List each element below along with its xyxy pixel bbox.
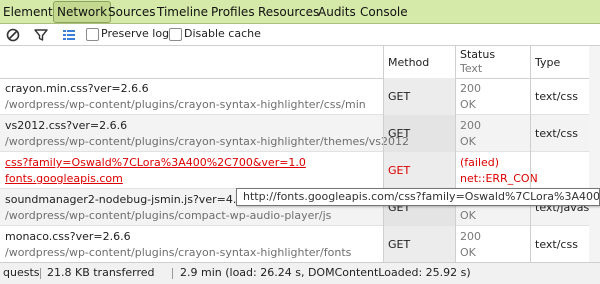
request-method: GET (388, 164, 411, 177)
request-name[interactable]: vs2012.css?ver=2.6.6 (5, 119, 127, 132)
tab-console[interactable]: Console (360, 2, 408, 22)
record-stop-icon[interactable] (5, 27, 21, 43)
status-text: OK (460, 135, 476, 148)
request-name[interactable]: css?family=Oswald%7CLora%3A400%2C700&ver… (5, 156, 306, 169)
request-path: /wordpress/wp-content/plugins/crayon-syn… (5, 98, 366, 111)
request-method: GET (388, 238, 411, 251)
tab-network[interactable]: Network (53, 1, 112, 23)
table-row[interactable]: monaco.css?ver=2.6.6 /wordpress/wp-conte… (0, 226, 600, 262)
separator (172, 268, 173, 279)
tab-elements[interactable]: Elements (3, 2, 59, 22)
separator (40, 268, 41, 279)
column-divider[interactable] (455, 46, 456, 262)
request-type: text/css (535, 127, 578, 140)
status-code: 200 (460, 82, 481, 95)
status-code: 200 (460, 230, 481, 243)
preserve-log-checkbox[interactable] (86, 28, 99, 41)
tab-resources[interactable]: Resources (258, 2, 319, 22)
network-summary-bar: quests 21.8 KB transferred 2.9 min (load… (0, 262, 600, 284)
table-row[interactable]: crayon.min.css?ver=2.6.6 /wordpress/wp-c… (0, 78, 600, 115)
request-path: /wordpress/wp-content/plugins/crayon-syn… (5, 135, 409, 148)
preserve-log-label: Preserve log (101, 27, 170, 40)
request-path: /wordpress/wp-content/plugins/crayon-syn… (5, 246, 352, 259)
tab-audits[interactable]: Audits (318, 2, 356, 22)
request-name[interactable]: monaco.css?ver=2.6.6 (5, 230, 131, 243)
transferred-size: 21.8 KB transferred (47, 266, 155, 279)
filter-icon[interactable] (33, 27, 49, 43)
status-text: net::ERR_CON (460, 172, 538, 185)
disable-cache-checkbox[interactable] (169, 28, 182, 41)
status-text: OK (460, 98, 476, 111)
status-text: OK (460, 209, 476, 222)
status-code: 200 (460, 119, 481, 132)
network-request-table: Method Status Text Type crayon.min.css?v… (0, 46, 600, 262)
vertical-scrollbar[interactable] (589, 46, 600, 262)
request-method: GET (388, 127, 411, 140)
request-count: quests (3, 266, 40, 279)
table-header: Method Status Text Type (0, 46, 600, 79)
status-code: (failed) (460, 156, 500, 169)
request-type: text/css (535, 90, 578, 103)
load-timing: 2.9 min (load: 26.24 s, DOMContentLoaded… (180, 266, 471, 279)
devtools-tab-bar: Elements Network Sources Timeline Profil… (0, 0, 600, 24)
request-type: text/css (535, 238, 578, 251)
request-domain[interactable]: fonts.googleapis.com (5, 172, 123, 185)
url-tooltip: http://fonts.googleapis.com/css?family=O… (236, 188, 600, 206)
disable-cache-label: Disable cache (184, 27, 261, 40)
table-row-failed[interactable]: css?family=Oswald%7CLora%3A400%2C700&ver… (0, 152, 600, 189)
status-text: OK (460, 246, 476, 259)
tab-sources[interactable]: Sources (108, 2, 155, 22)
request-name[interactable]: soundmanager2-nodebug-jsmin.js?ver=4.0 (5, 193, 243, 206)
request-name[interactable]: crayon.min.css?ver=2.6.6 (5, 82, 149, 95)
table-row[interactable]: vs2012.css?ver=2.6.6 /wordpress/wp-conte… (0, 115, 600, 152)
tab-timeline[interactable]: Timeline (157, 2, 208, 22)
request-method: GET (388, 90, 411, 103)
request-path: /wordpress/wp-content/plugins/compact-wp… (5, 209, 332, 222)
network-toolbar: Preserve log Disable cache (0, 24, 600, 46)
column-divider[interactable] (530, 46, 531, 262)
list-view-icon[interactable] (61, 27, 77, 43)
tab-profiles[interactable]: Profiles (211, 2, 255, 22)
column-divider[interactable] (383, 46, 384, 262)
